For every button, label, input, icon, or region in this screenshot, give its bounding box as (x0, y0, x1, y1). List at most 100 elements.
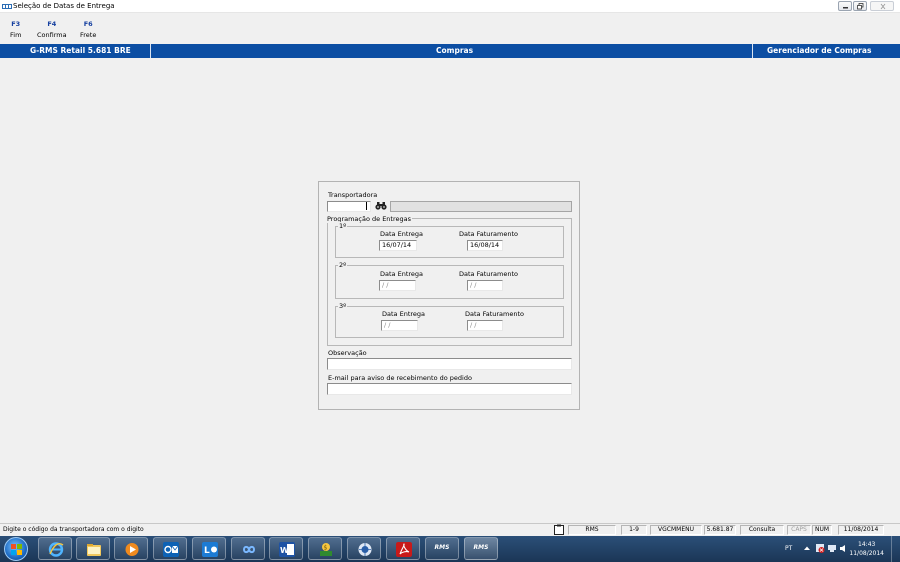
status-version: 5.681.87 (704, 525, 736, 535)
restore-button[interactable] (853, 1, 867, 11)
acrobat-icon (396, 542, 412, 557)
infinity-icon (242, 545, 256, 554)
fkey-label: F3 (11, 20, 21, 28)
tray-expand-icon[interactable] (804, 546, 810, 551)
taskbar-infinity[interactable] (231, 537, 265, 560)
app-icon (2, 4, 12, 9)
close-button[interactable] (870, 1, 894, 11)
email-input[interactable] (327, 383, 572, 395)
status-bar: Digite o código da transportadora com o … (0, 523, 900, 535)
taskbar-money[interactable]: $ (308, 537, 342, 560)
taskbar-ie[interactable] (38, 537, 72, 560)
rms-icon: RMS (473, 544, 489, 551)
network-icon (358, 543, 372, 556)
data-entrega-2-input[interactable]: / / (379, 280, 416, 291)
manager-label: Gerenciador de Compras (767, 46, 872, 55)
taskbar-acrobat[interactable] (386, 537, 420, 560)
rms-icon: RMS (434, 544, 450, 551)
status-caps: CAPS (787, 525, 811, 535)
fim-button[interactable]: F3 Fim (10, 20, 21, 39)
explorer-icon (87, 544, 101, 556)
header-divider (752, 44, 753, 58)
observacao-input[interactable] (327, 358, 572, 370)
data-faturamento-1-input[interactable]: 16/08/14 (467, 240, 503, 251)
data-entrega-label: Data Entrega (380, 230, 423, 238)
money-icon: $ (320, 543, 332, 556)
data-faturamento-2-input[interactable]: / / (467, 280, 503, 291)
frete-button[interactable]: F6 Frete (80, 20, 96, 39)
clock-date: 11/08/2014 (849, 550, 884, 557)
taskbar-word[interactable]: W (269, 537, 303, 560)
data-faturamento-3-input[interactable]: / / (467, 320, 503, 331)
entrega-1-group (335, 226, 564, 258)
taskbar-lync[interactable]: L (192, 537, 226, 560)
fkey-action: Confirma (37, 31, 67, 39)
transportadora-input[interactable] (327, 201, 371, 212)
fkey-label: F4 (47, 20, 57, 28)
system-tray: PT 14:43 11/08/2014 (760, 536, 900, 562)
action-center-icon[interactable] (815, 543, 825, 554)
svg-text:W: W (280, 546, 289, 555)
status-range: 1-9 (621, 525, 647, 535)
entrega-3-group (335, 306, 564, 338)
taskbar-rms-2[interactable]: RMS (464, 537, 498, 560)
data-entrega-1-input[interactable]: 16/07/14 (379, 240, 417, 251)
data-entrega-label: Data Entrega (380, 270, 423, 278)
binoculars-icon (375, 202, 387, 210)
close-icon (880, 3, 886, 10)
status-message: Digite o código da transportadora com o … (3, 526, 144, 533)
function-key-toolbar: F3 Fim F4 Confirma F6 Frete (0, 17, 900, 43)
status-system: RMS (568, 525, 616, 535)
clock-time: 14:43 (858, 541, 876, 548)
module-header-bar: G-RMS Retail 5.681 BRE Compras Gerenciad… (0, 44, 900, 58)
data-faturamento-label: Data Faturamento (465, 310, 525, 318)
minimize-button[interactable] (838, 1, 852, 11)
version-label: G-RMS Retail 5.681 BRE (30, 46, 131, 55)
data-entrega-3-input[interactable]: / / (381, 320, 418, 331)
clock[interactable]: 14:43 11/08/2014 (849, 540, 884, 558)
observacao-label: Observação (328, 349, 367, 357)
delivery-dates-panel: Transportadora Programação de Entregas 1… (318, 181, 580, 410)
volume-icon[interactable] (839, 544, 848, 553)
fkey-action: Fim (10, 31, 22, 39)
status-num: NUM (812, 525, 832, 535)
data-faturamento-label: Data Faturamento (459, 270, 519, 278)
start-button[interactable] (4, 537, 28, 561)
restore-icon (857, 3, 864, 10)
minimize-icon (843, 7, 848, 9)
status-mode: Consulta (740, 525, 784, 535)
svg-text:L: L (204, 546, 210, 556)
word-icon: W (279, 542, 295, 557)
window-title: Seleção de Datas de Entrega (13, 2, 115, 10)
taskbar-explorer[interactable] (76, 537, 110, 560)
status-date: 11/08/2014 (838, 525, 884, 535)
data-faturamento-label: Data Faturamento (459, 230, 519, 238)
confirma-button[interactable]: F4 Confirma (37, 20, 67, 39)
entrega-2-group (335, 265, 564, 299)
network-status-icon[interactable] (827, 544, 837, 553)
svg-text:$: $ (324, 545, 328, 552)
clipboard-icon[interactable] (553, 524, 565, 535)
outlook-icon (163, 542, 179, 557)
taskbar: L W $ RMS RMS PT 14:43 11/08/2014 (0, 536, 900, 562)
fkey-action: Frete (80, 31, 97, 39)
lync-icon: L (202, 542, 218, 557)
show-desktop-button[interactable] (891, 536, 900, 562)
ie-icon (48, 542, 64, 557)
taskbar-outlook[interactable] (153, 537, 187, 560)
language-indicator[interactable]: PT (785, 545, 792, 552)
transportadora-label: Transportadora (328, 191, 378, 199)
status-menu: VGCMMENU (650, 525, 702, 535)
search-transportadora-button[interactable] (375, 201, 387, 212)
email-label: E-mail para aviso de recebimento do pedi… (328, 374, 472, 382)
fkey-label: F6 (83, 20, 93, 28)
taskbar-media-player[interactable] (114, 537, 148, 560)
data-entrega-label: Data Entrega (382, 310, 425, 318)
header-divider (150, 44, 151, 58)
taskbar-network[interactable] (347, 537, 381, 560)
text-cursor (366, 202, 367, 210)
taskbar-rms-1[interactable]: RMS (425, 537, 459, 560)
windows-logo-icon (11, 544, 22, 555)
entrega-2-ordinal: 2º (338, 261, 348, 269)
entrega-3-ordinal: 3º (338, 302, 348, 310)
